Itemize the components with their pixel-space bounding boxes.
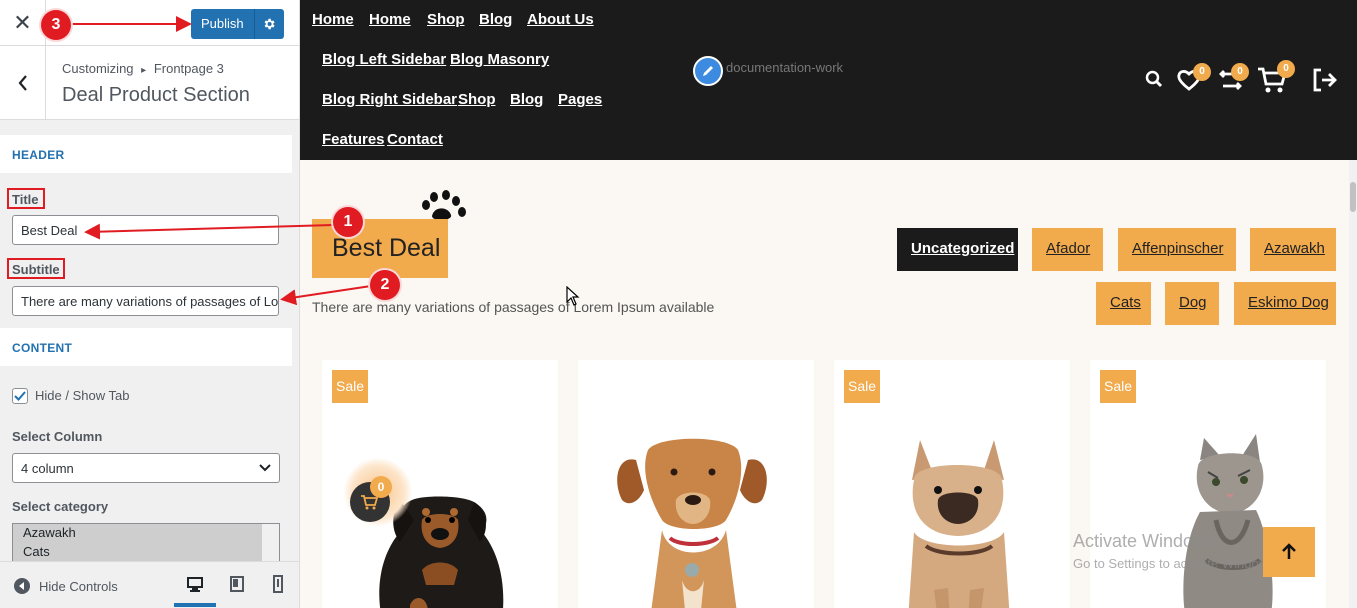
category-tab-azawakh[interactable]: Azawakh — [1250, 228, 1336, 271]
breadcrumb-root: Customizing — [62, 61, 134, 76]
gear-icon[interactable] — [262, 17, 276, 31]
french-bulldog-image[interactable] — [834, 420, 1070, 608]
annotation-marker-1: 1 — [333, 207, 363, 237]
breadcrumb-separator: ▸ — [141, 65, 147, 76]
select-column-value: 4 column — [21, 461, 74, 476]
floating-cart-count: 0 — [370, 476, 392, 498]
search-icon[interactable] — [1145, 70, 1163, 88]
compare-count-badge: 0 — [1231, 63, 1249, 81]
category-tab-eskimo-dog[interactable]: Eskimo Dog — [1234, 282, 1336, 325]
sale-badge: Sale — [844, 370, 880, 403]
mouse-cursor-icon — [566, 286, 580, 306]
customizer-footer: Hide Controls — [0, 561, 299, 608]
nav-blog[interactable]: Blog — [479, 11, 512, 28]
publish-divider — [254, 9, 255, 39]
category-tab-dog[interactable]: Dog — [1165, 282, 1219, 325]
product-card[interactable] — [578, 360, 814, 608]
breadcrumb: Customizing ▸ Frontpage 3 — [62, 61, 224, 76]
category-tab-affenpinscher[interactable]: Affenpinscher — [1118, 228, 1236, 271]
cart-count-badge: 0 — [1277, 60, 1295, 78]
close-icon: ✕ — [13, 10, 32, 35]
category-option[interactable]: Cats — [13, 543, 263, 562]
category-option[interactable]: Azawakh — [13, 524, 263, 543]
header-section-heading: HEADER — [0, 135, 292, 173]
activate-windows-title: Activate Windows — [1073, 531, 1216, 551]
title-input[interactable]: Best Deal — [12, 215, 279, 245]
deal-title: Best Deal — [312, 219, 448, 278]
nav-about-us[interactable]: About Us — [527, 11, 594, 28]
sale-badge: Sale — [1100, 370, 1136, 403]
kitten-image[interactable] — [1090, 420, 1326, 608]
close-customizer-button[interactable]: ✕ — [0, 0, 46, 46]
hide-show-tab-checkbox[interactable] — [12, 388, 28, 404]
section-title: Deal Product Section — [62, 84, 250, 106]
content-section-heading: CONTENT — [0, 328, 292, 366]
customizer-sidebar: ✕ Publish Customizing ▸ Frontpage 3 Deal… — [0, 0, 300, 608]
nav-pages[interactable]: Pages — [558, 91, 602, 108]
subtitle-input[interactable]: There are many variations of passages of… — [12, 286, 279, 316]
deal-subtitle: There are many variations of passages of… — [312, 299, 715, 315]
nav-contact[interactable]: Contact — [387, 131, 443, 148]
mobile-preview-icon[interactable] — [271, 575, 285, 593]
category-tab-afador[interactable]: Afador — [1032, 228, 1103, 271]
breadcrumb-page: Frontpage 3 — [153, 61, 224, 76]
hide-controls-label: Hide Controls — [39, 578, 118, 594]
site-preview: Home Home Shop Blog About Us Blog Left S… — [300, 0, 1357, 608]
back-button[interactable] — [0, 46, 46, 119]
nav-home-2[interactable]: Home — [369, 11, 411, 28]
tablet-preview-icon[interactable] — [229, 575, 245, 593]
chevron-down-icon — [259, 463, 271, 473]
publish-button[interactable]: Publish — [191, 9, 284, 39]
nav-blog-left-sidebar[interactable]: Blog Left Sidebar — [322, 51, 446, 68]
nav-blog-2[interactable]: Blog — [510, 91, 543, 108]
category-tab-uncategorized[interactable]: Uncategorized — [897, 228, 1018, 271]
product-card[interactable]: Sale 0 — [322, 360, 558, 608]
scroll-to-top-button[interactable] — [1263, 527, 1315, 577]
annotation-marker-2: 2 — [370, 270, 400, 300]
nav-shop-2[interactable]: Shop — [458, 91, 496, 108]
product-card[interactable]: Sale — [834, 360, 1070, 608]
edit-pencil-icon[interactable] — [693, 56, 723, 86]
annotation-marker-3: 3 — [41, 10, 71, 40]
chevron-left-icon — [17, 74, 29, 92]
select-category-label: Select category — [12, 499, 109, 514]
nav-blog-masonry[interactable]: Blog Masonry — [450, 51, 549, 68]
hide-show-tab-label[interactable]: Hide / Show Tab — [35, 388, 129, 403]
wishlist-count-badge: 0 — [1193, 63, 1211, 81]
preview-scroll-thumb[interactable] — [1350, 182, 1356, 212]
subtitle-label-highlight — [7, 258, 65, 279]
select-column-label: Select Column — [12, 429, 103, 444]
activate-windows-subtitle: Go to Settings to activate Windows. — [1073, 556, 1279, 571]
sale-badge: Sale — [332, 370, 368, 403]
section-header: Customizing ▸ Frontpage 3 Deal Product S… — [0, 46, 299, 120]
nav-features[interactable]: Features — [322, 131, 385, 148]
category-tab-cats[interactable]: Cats — [1096, 282, 1151, 325]
brown-dog-image[interactable] — [578, 420, 814, 608]
nav-home[interactable]: Home — [312, 11, 354, 28]
select-column-dropdown[interactable]: 4 column — [12, 453, 280, 483]
checkmark-icon — [14, 391, 26, 401]
publish-label: Publish — [201, 16, 244, 31]
arrow-up-icon — [1281, 543, 1297, 561]
title-label-highlight — [7, 188, 45, 209]
nav-shop[interactable]: Shop — [427, 11, 465, 28]
desktop-preview-icon[interactable] — [186, 575, 204, 593]
active-device-indicator — [174, 603, 216, 607]
preview-scrollbar[interactable] — [1349, 160, 1357, 608]
floating-cart-button[interactable]: 0 — [344, 458, 412, 526]
hide-controls-button[interactable]: Hide Controls — [14, 578, 118, 594]
site-logo[interactable]: documentation-work — [726, 60, 843, 75]
site-header: Home Home Shop Blog About Us Blog Left S… — [300, 0, 1357, 160]
collapse-icon — [14, 578, 30, 594]
logout-icon[interactable] — [1311, 67, 1339, 93]
nav-blog-right-sidebar[interactable]: Blog Right Sidebar — [322, 91, 457, 108]
